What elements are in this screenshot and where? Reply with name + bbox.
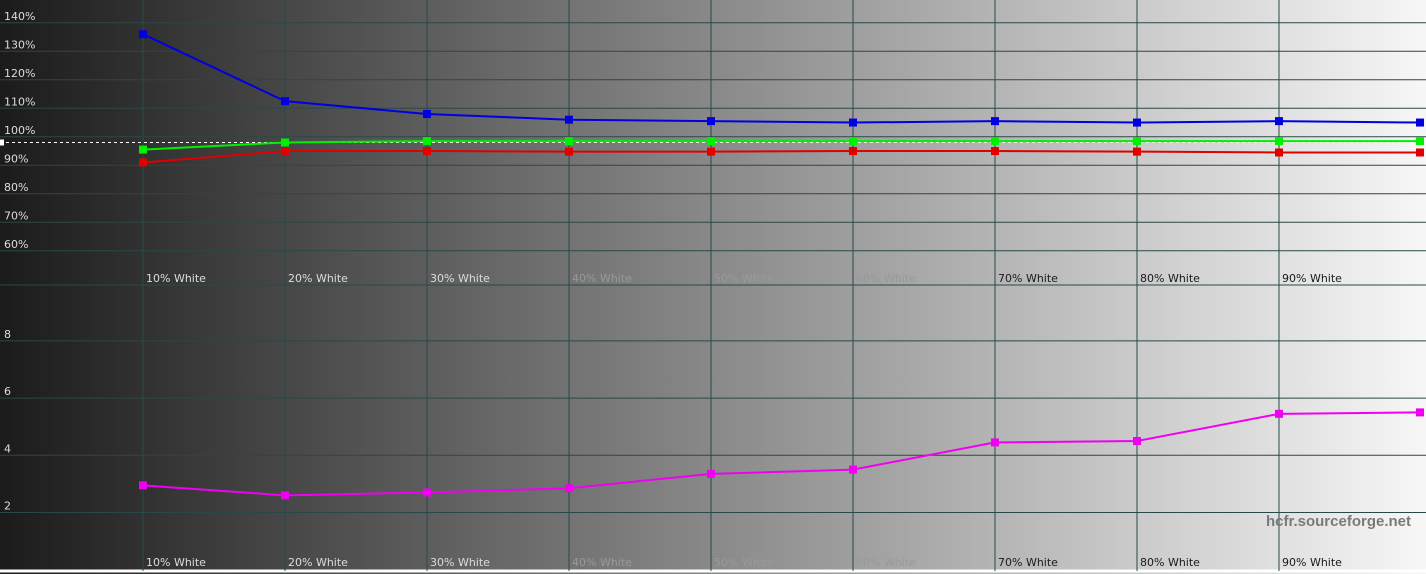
y-tick-label: 140% — [4, 10, 35, 23]
chart-svg: 140% 130% 120% 110% 100% 90% 80% 70% 60% 10% Whit… — [0, 0, 1426, 574]
y-tick-label: 8 — [4, 328, 11, 341]
y-tick-label: 90% — [4, 152, 28, 165]
data-point — [849, 465, 857, 474]
data-point — [849, 147, 857, 156]
data-point — [281, 147, 289, 156]
chart-area: 140% 130% 120% 110% 100% 90% 80% 70% 60% 10% Whit… — [0, 0, 1426, 574]
x-category-label: 70% White — [998, 556, 1058, 569]
data-point — [1275, 137, 1283, 146]
data-point — [565, 137, 573, 146]
x-category-label: 30% White — [430, 272, 490, 285]
x-category-label: 30% White — [430, 556, 490, 569]
data-point — [423, 147, 431, 156]
data-point — [991, 438, 999, 447]
data-point — [1133, 147, 1141, 156]
x-category-label: 10% White — [146, 272, 206, 285]
grayscale-background — [0, 0, 1426, 574]
y-tick-label: 80% — [4, 181, 28, 194]
x-category-label: 80% White — [1140, 272, 1200, 285]
reference-marker — [0, 139, 4, 146]
data-point — [281, 491, 289, 500]
data-point — [991, 117, 999, 126]
x-category-label: 90% White — [1282, 556, 1342, 569]
data-point — [565, 147, 573, 156]
data-point — [423, 110, 431, 118]
y-tick-label: 6 — [4, 385, 11, 398]
y-tick-label: 70% — [4, 209, 28, 222]
y-tick-label: 120% — [4, 67, 35, 80]
data-point — [1133, 437, 1141, 445]
data-point — [991, 137, 999, 146]
data-point — [139, 30, 147, 39]
data-point — [991, 147, 999, 156]
x-category-label: 50% White — [714, 272, 774, 285]
data-point — [849, 137, 857, 146]
data-point — [1416, 118, 1424, 127]
y-tick-label: 110% — [4, 95, 35, 108]
data-point — [423, 137, 431, 146]
data-point — [1416, 137, 1424, 146]
y-tick-label: 2 — [4, 500, 11, 513]
watermark-text: hcfr.sourceforge.net — [1266, 513, 1411, 530]
data-point — [139, 158, 147, 167]
data-point — [139, 481, 147, 490]
y-tick-label: 60% — [4, 238, 28, 251]
x-category-label: 60% White — [856, 556, 916, 569]
x-category-label: 70% White — [998, 272, 1058, 285]
x-category-label: 50% White — [714, 556, 774, 569]
y-tick-label: 4 — [4, 442, 11, 455]
x-category-label: 90% White — [1282, 272, 1342, 285]
x-category-label: 20% White — [288, 556, 348, 569]
data-point — [1416, 148, 1424, 157]
data-point — [565, 115, 573, 124]
data-point — [565, 484, 573, 493]
x-category-label: 10% White — [146, 556, 206, 569]
data-point — [707, 147, 715, 156]
data-point — [707, 137, 715, 146]
data-point — [139, 145, 147, 154]
x-category-label: 40% White — [572, 556, 632, 569]
data-point — [1133, 137, 1141, 146]
data-point — [1275, 148, 1283, 157]
data-point — [849, 118, 857, 127]
data-point — [1275, 117, 1283, 126]
data-point — [423, 488, 431, 497]
data-point — [1133, 118, 1141, 127]
data-point — [281, 138, 289, 147]
x-category-label: 80% White — [1140, 556, 1200, 569]
x-category-label: 60% White — [856, 272, 916, 285]
data-point — [281, 97, 289, 106]
x-category-label: 20% White — [288, 272, 348, 285]
x-category-label: 40% White — [572, 272, 632, 285]
y-tick-label: 130% — [4, 38, 35, 51]
data-point — [1416, 408, 1424, 417]
y-tick-label: 100% — [4, 124, 35, 137]
data-point — [707, 469, 715, 478]
data-point — [1275, 409, 1283, 418]
data-point — [707, 117, 715, 126]
